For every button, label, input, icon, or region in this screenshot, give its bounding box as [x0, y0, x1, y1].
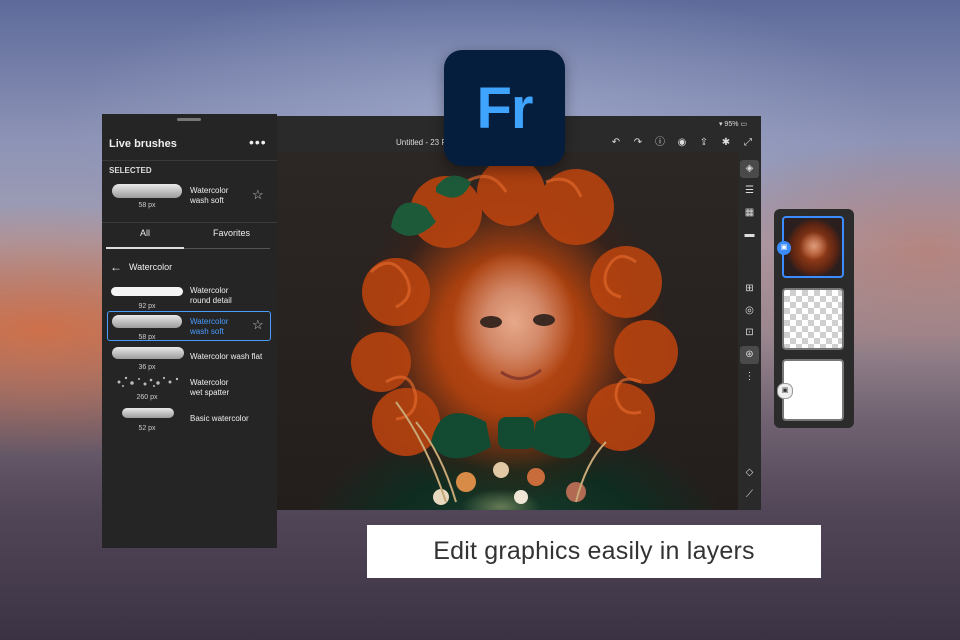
- settings-icon[interactable]: ✱: [717, 136, 735, 150]
- import-icon[interactable]: ⊡: [740, 324, 759, 342]
- caption-text: Edit graphics easily in layers: [433, 537, 755, 565]
- brush-name[interactable]: Watercolor round detail: [190, 286, 270, 306]
- expand-icon[interactable]: ⤢: [739, 136, 757, 150]
- document-title: Untitled - 23 F: [396, 138, 447, 147]
- category-title: Watercolor: [129, 262, 173, 272]
- brush-preview[interactable]: [112, 347, 184, 359]
- visibility-icon[interactable]: ◎: [740, 302, 759, 320]
- frame-icon[interactable]: ▦: [740, 204, 759, 222]
- selected-label: SELECTED: [109, 166, 152, 175]
- more-options-icon[interactable]: •••: [249, 134, 267, 150]
- right-toolbar: ◈ ☰ ▦ ▬ ⊞ ◎ ⊡ ⊛ ⋮ ◇ ⟋: [738, 152, 761, 510]
- layers-icon[interactable]: ◈: [740, 160, 759, 178]
- caption-banner: Edit graphics easily in layers: [367, 525, 821, 578]
- adjust-icon[interactable]: ☰: [740, 182, 759, 200]
- brush-preview[interactable]: [111, 287, 183, 296]
- comment-icon[interactable]: ▬: [740, 226, 759, 244]
- layer-thumbnail-transparent[interactable]: [782, 288, 844, 350]
- portrait-illustration: [351, 158, 678, 505]
- tab-all[interactable]: All: [140, 228, 150, 238]
- brush-name[interactable]: Basic watercolor: [190, 414, 270, 424]
- layer-thumbnail-photo[interactable]: [782, 216, 844, 278]
- back-arrow-icon[interactable]: ←: [110, 260, 122, 274]
- brush-size: 92 px: [138, 303, 156, 310]
- panel-title: Live brushes: [109, 138, 177, 150]
- favorite-star-icon[interactable]: ☆: [252, 187, 264, 203]
- divider: [102, 160, 277, 161]
- add-layer-icon[interactable]: ⊞: [740, 280, 759, 298]
- ruler-icon[interactable]: ⟋: [740, 486, 759, 504]
- undo-icon[interactable]: ↶: [607, 136, 625, 150]
- tab-favorites[interactable]: Favorites: [213, 228, 250, 238]
- status-bar: ▾ 95% ▭: [718, 121, 747, 128]
- help-icon[interactable]: ⓘ: [651, 136, 669, 150]
- brush-name[interactable]: Watercolor wash flat: [190, 352, 270, 362]
- top-toolbar: ↶ ↷ ⓘ ◉ ⇪ ✱ ⤢: [607, 136, 757, 150]
- selected-brush-preview: [112, 184, 182, 198]
- brush-name[interactable]: Watercolor wet spatter: [190, 378, 270, 398]
- panel-grip-handle[interactable]: [177, 118, 201, 121]
- brush-size: 52 px: [138, 425, 156, 432]
- app-window: ▾ 95% ▭ Untitled - 23 F ↶ ↷ ⓘ ◉ ⇪ ✱ ⤢ ◈ …: [276, 116, 761, 510]
- canvas-artwork[interactable]: [276, 152, 738, 510]
- tab-divider: [184, 248, 270, 249]
- live-brushes-panel: Live brushes ••• SELECTED 58 px Watercol…: [102, 114, 277, 548]
- layer-type-icon: ▣: [777, 383, 793, 399]
- brush-size: 260 px: [136, 394, 158, 401]
- share-icon[interactable]: ⇪: [695, 136, 713, 150]
- logo-text: Fr: [476, 75, 534, 141]
- fresco-logo: Fr: [444, 50, 565, 166]
- account-icon[interactable]: ◉: [673, 136, 691, 150]
- active-tab-indicator: [106, 247, 184, 249]
- brush-preview[interactable]: [122, 408, 174, 418]
- layers-panel: ▣ ▣: [774, 209, 854, 428]
- more-icon[interactable]: ⋮: [740, 368, 759, 386]
- selected-brush-size: 58 px: [138, 202, 156, 209]
- redo-icon[interactable]: ↷: [629, 136, 647, 150]
- brush-size: 36 px: [138, 364, 156, 371]
- brush-size: 58 px: [138, 334, 156, 341]
- divider: [102, 222, 277, 223]
- blend-icon[interactable]: ⊛: [740, 346, 759, 364]
- favorite-star-icon[interactable]: ☆: [252, 317, 264, 333]
- brush-preview[interactable]: [114, 374, 184, 388]
- shapes-icon[interactable]: ◇: [740, 464, 759, 482]
- brush-preview[interactable]: [112, 315, 182, 328]
- layer-type-icon: ▣: [777, 241, 791, 255]
